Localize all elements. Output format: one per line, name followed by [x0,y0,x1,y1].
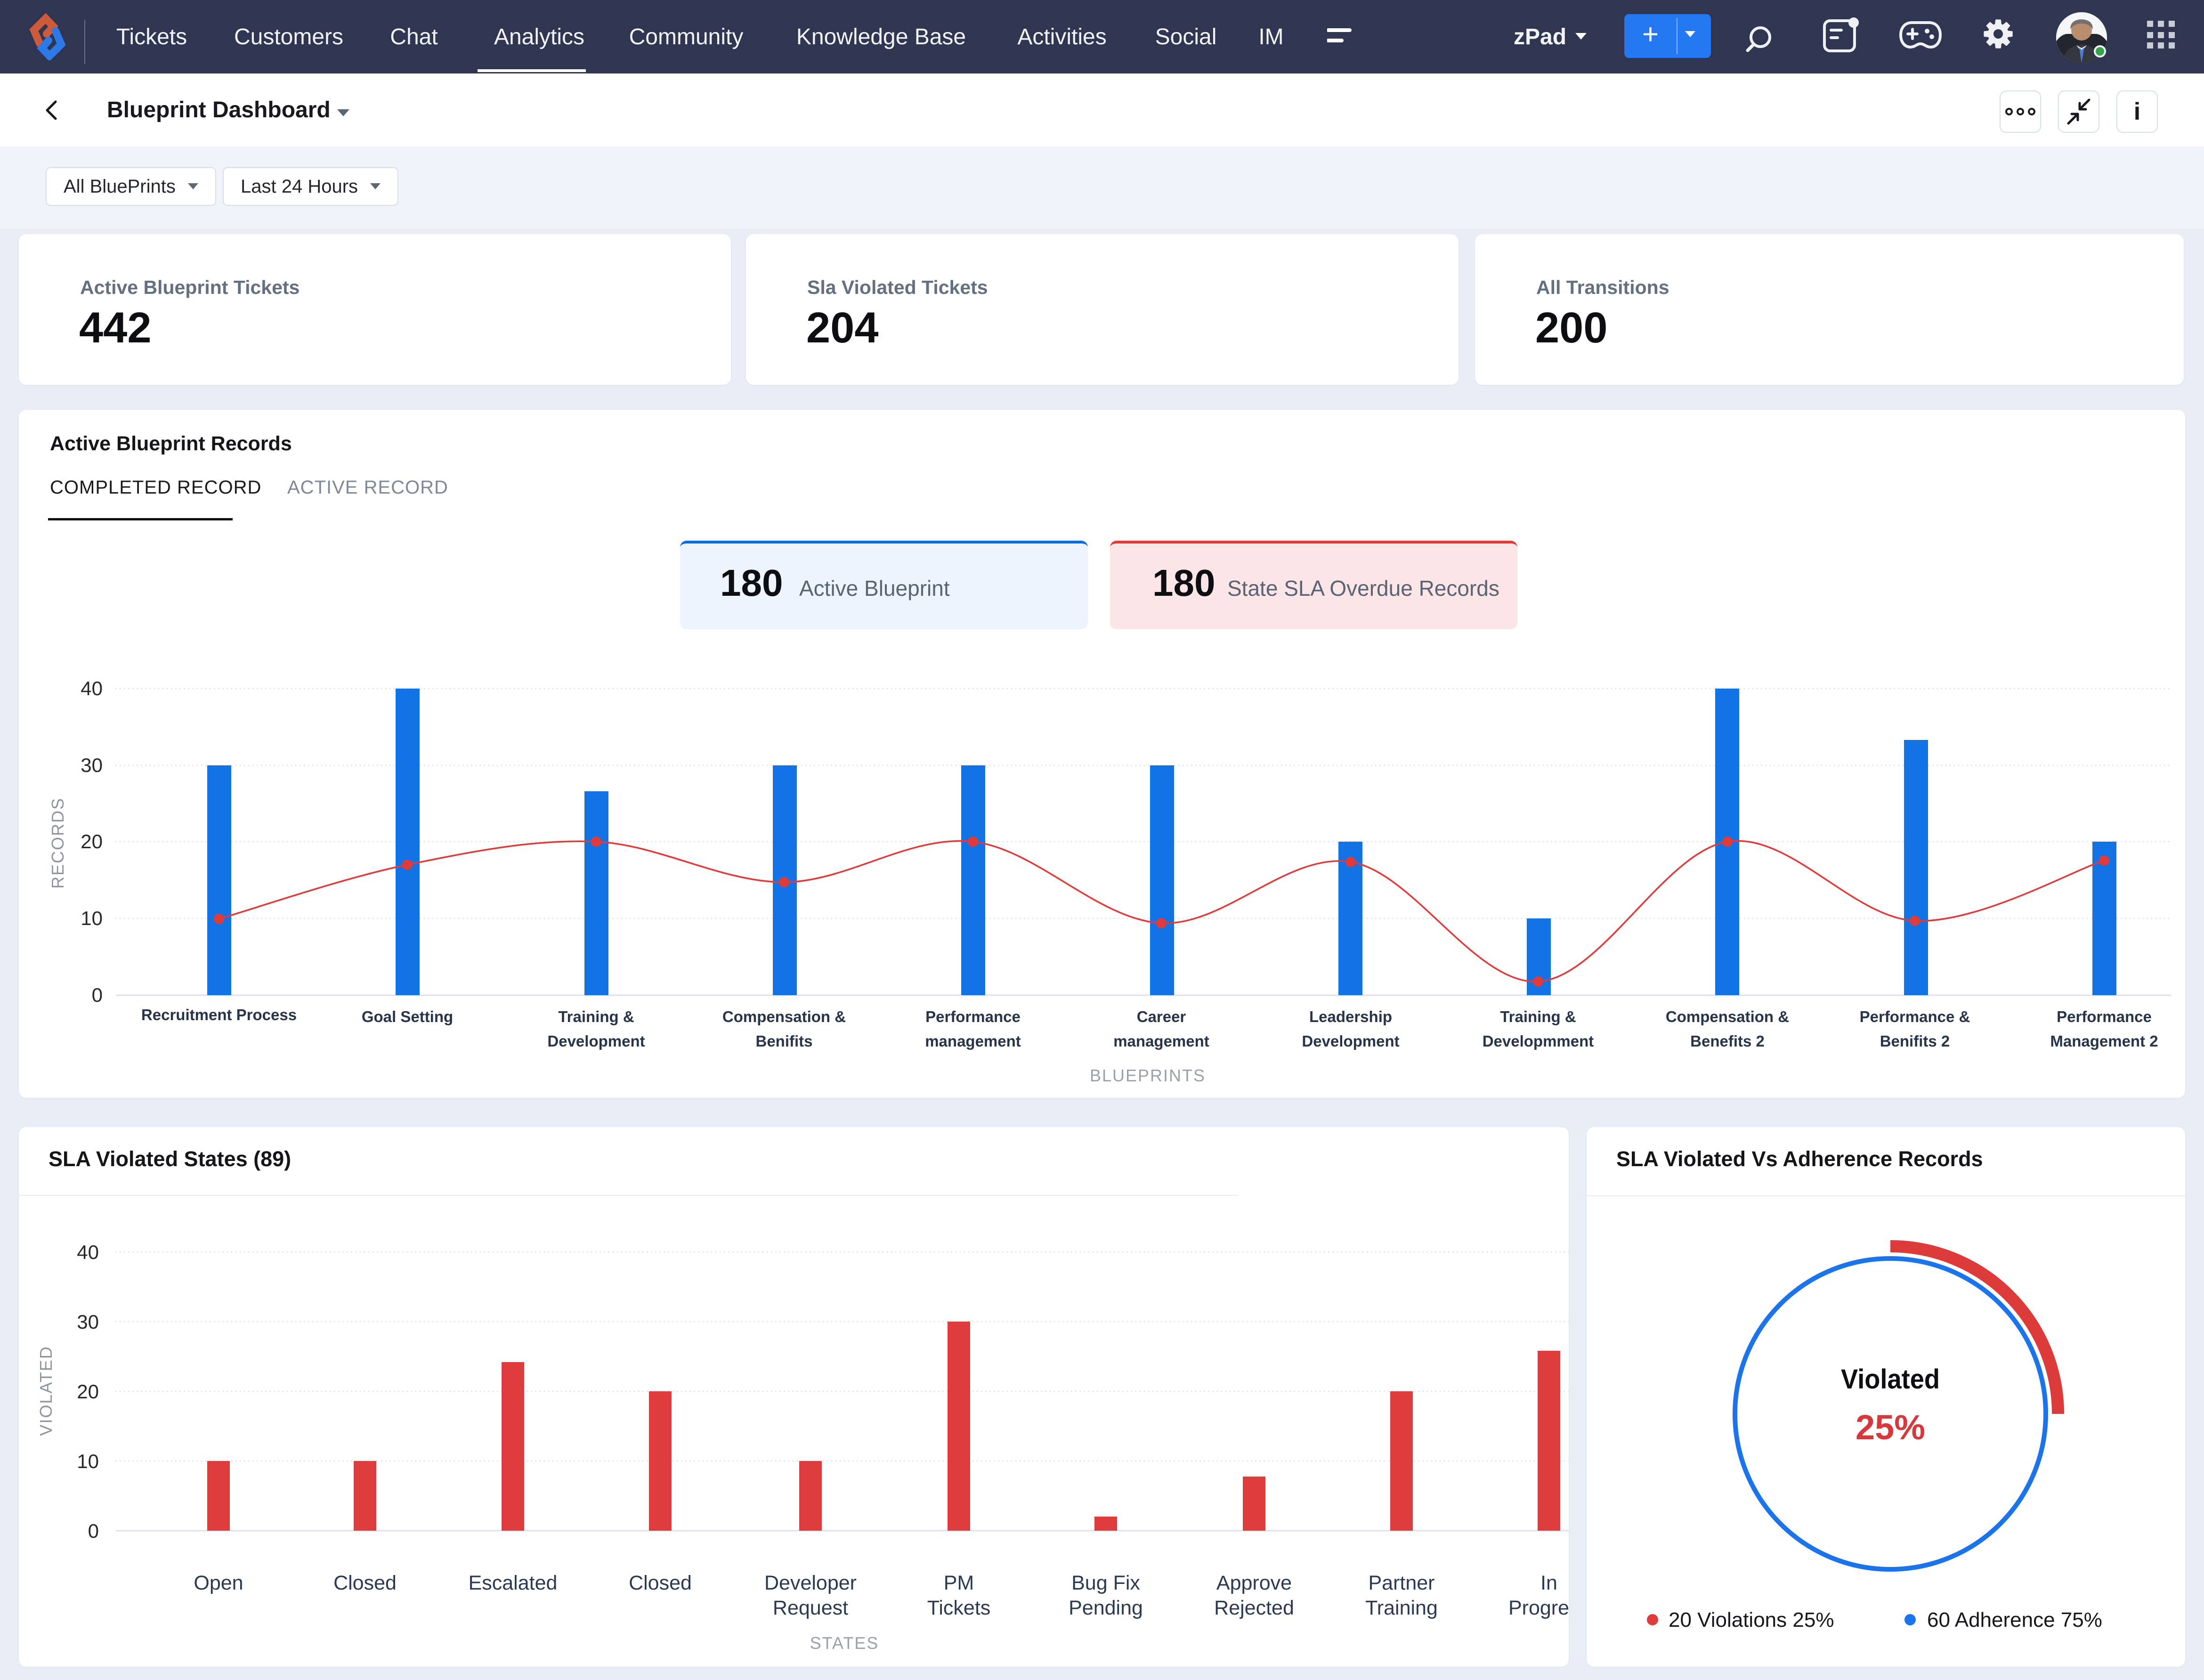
svg-text:0: 0 [92,984,103,1006]
svg-text:Compensation &: Compensation & [1666,1008,1789,1025]
svg-text:0: 0 [88,1520,99,1542]
svg-text:BLUEPRINTS: BLUEPRINTS [1090,1066,1206,1085]
svg-text:Performance &: Performance & [1860,1008,1970,1025]
svg-text:Approve: Approve [1216,1572,1292,1594]
svg-text:Training &: Training & [1500,1008,1576,1025]
svg-text:Progress: Progress [1508,1597,1569,1619]
svg-text:management: management [925,1032,1021,1050]
svg-text:10: 10 [81,907,103,929]
svg-text:Management 2: Management 2 [2050,1032,2158,1050]
svg-text:20 Violations 25%: 20 Violations 25% [1669,1608,1834,1631]
svg-text:Performance: Performance [2057,1008,2152,1025]
svg-text:Request: Request [773,1597,848,1619]
svg-text:10: 10 [77,1450,99,1472]
svg-text:management: management [1113,1032,1209,1050]
svg-text:Partner: Partner [1368,1572,1434,1594]
svg-text:Training: Training [1365,1597,1438,1619]
svg-text:Developmment: Developmment [1483,1032,1594,1050]
svg-text:Pending: Pending [1069,1597,1143,1619]
svg-text:Recruitment Process: Recruitment Process [141,1006,297,1023]
svg-text:Leadership: Leadership [1309,1008,1392,1025]
svg-text:Bug Fix: Bug Fix [1071,1572,1140,1594]
svg-text:VIOLATED: VIOLATED [36,1346,56,1436]
svg-text:Closed: Closed [333,1572,397,1594]
svg-text:40: 40 [81,677,103,699]
svg-text:Developer: Developer [764,1572,857,1594]
svg-text:Training &: Training & [558,1008,634,1025]
svg-text:In: In [1540,1572,1557,1594]
svg-text:20: 20 [77,1380,99,1403]
svg-text:Violated: Violated [1841,1364,1940,1395]
svg-text:Benifits: Benifits [755,1032,812,1050]
svg-text:Escalated: Escalated [469,1572,558,1594]
svg-text:25%: 25% [1856,1408,1925,1447]
svg-text:PM: PM [944,1572,974,1594]
svg-text:Tickets: Tickets [927,1597,991,1619]
svg-text:Open: Open [194,1572,243,1594]
svg-text:Compensation &: Compensation & [722,1008,846,1025]
svg-text:Closed: Closed [629,1572,692,1594]
svg-text:Performance: Performance [925,1008,1021,1025]
svg-text:20: 20 [81,830,103,852]
svg-text:40: 40 [77,1241,99,1263]
svg-text:Goal Setting: Goal Setting [362,1008,453,1025]
svg-text:STATES: STATES [810,1633,879,1653]
svg-text:Benefits 2: Benefits 2 [1690,1032,1765,1050]
svg-text:Development: Development [547,1032,645,1050]
svg-text:30: 30 [77,1311,99,1333]
svg-text:Development: Development [1302,1032,1399,1050]
svg-text:Rejected: Rejected [1214,1597,1294,1619]
svg-text:Career: Career [1137,1008,1186,1025]
svg-text:30: 30 [81,754,103,776]
svg-text:60 Adherence 75%: 60 Adherence 75% [1927,1608,2102,1631]
svg-text:Benifits 2: Benifits 2 [1880,1032,1950,1050]
svg-text:RECORDS: RECORDS [48,797,67,889]
